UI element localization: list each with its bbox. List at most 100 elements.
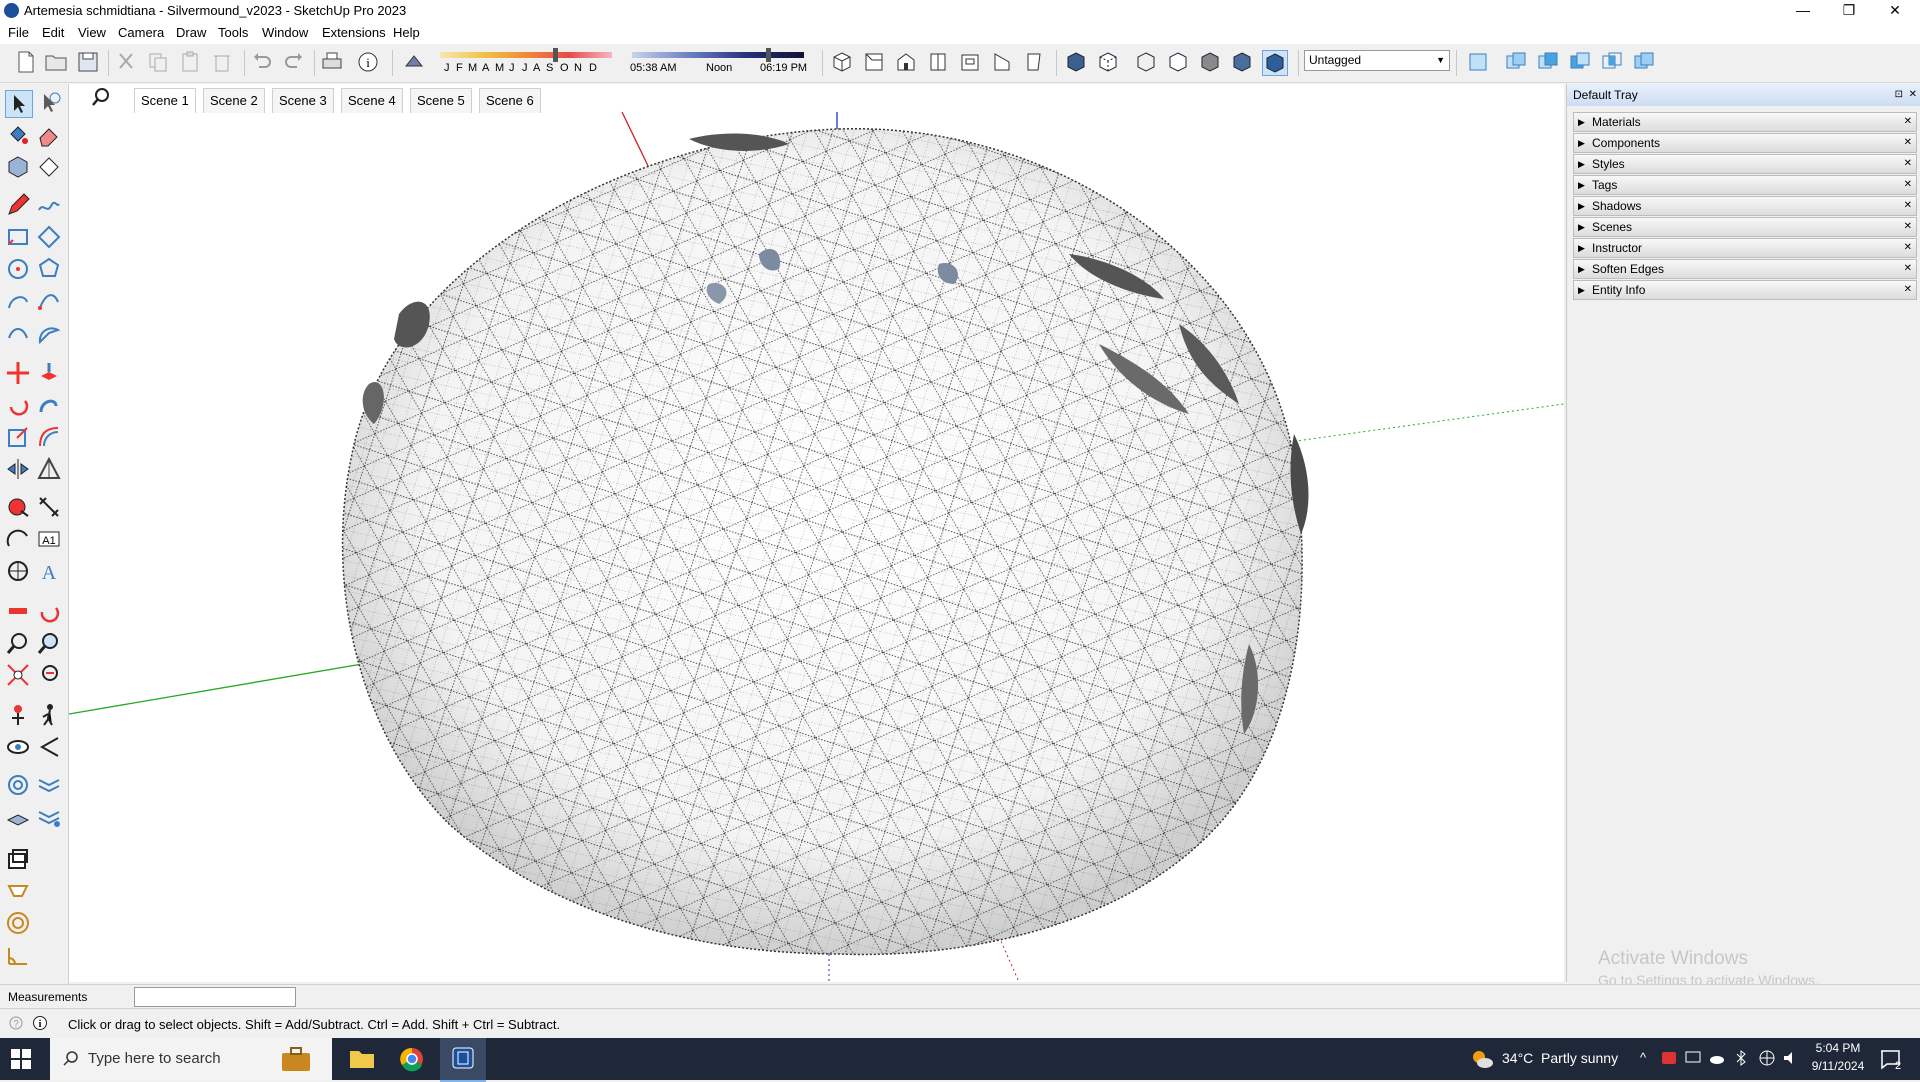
- split-icon[interactable]: [1632, 50, 1656, 74]
- tray-panel-instructor[interactable]: ▶ Instructor ✕: [1573, 238, 1917, 258]
- tag-select[interactable]: Untagged ▼: [1304, 50, 1450, 71]
- toggle-terrain-icon[interactable]: [5, 878, 31, 904]
- measure-angle-icon[interactable]: [5, 942, 31, 968]
- erase-icon[interactable]: [210, 50, 234, 74]
- close-icon[interactable]: ✕: [1904, 176, 1912, 194]
- sketchup-taskbar-icon[interactable]: [440, 1038, 486, 1082]
- display-tray-icon[interactable]: [1684, 1049, 1702, 1067]
- menu-tools[interactable]: Tools: [218, 25, 248, 40]
- follow-me-icon[interactable]: [36, 392, 62, 418]
- menu-view[interactable]: View: [78, 25, 106, 40]
- open-folder-icon[interactable]: [44, 50, 68, 74]
- shadows-toggle-icon[interactable]: [402, 50, 426, 74]
- new-file-icon[interactable]: [14, 50, 38, 74]
- add-location-icon[interactable]: [5, 846, 31, 872]
- geolocation-icon[interactable]: ?: [8, 1015, 24, 1031]
- flip-icon[interactable]: [5, 456, 31, 482]
- tab-scene-4[interactable]: Scene 4: [341, 88, 403, 113]
- section-fill-icon[interactable]: [36, 734, 62, 760]
- menu-extensions[interactable]: Extensions: [322, 25, 386, 40]
- eraser-icon[interactable]: [36, 122, 62, 148]
- silvermound-model[interactable]: [341, 128, 1309, 956]
- shadow-time-slider[interactable]: [632, 48, 804, 62]
- tray-panel-scenes[interactable]: ▶ Scenes ✕: [1573, 217, 1917, 237]
- menu-edit[interactable]: Edit: [42, 25, 64, 40]
- subtract-icon[interactable]: [1536, 50, 1560, 74]
- minimize-button[interactable]: —: [1780, 0, 1826, 22]
- tray-panel-soften-edges[interactable]: ▶ Soften Edges ✕: [1573, 259, 1917, 279]
- orbit-icon[interactable]: [36, 598, 62, 624]
- intersect-icon[interactable]: [1600, 50, 1624, 74]
- left-view-icon[interactable]: [990, 50, 1014, 74]
- paint-bucket-icon[interactable]: [5, 122, 31, 148]
- model-viewport[interactable]: [69, 84, 1564, 982]
- shaded-textures-style-icon[interactable]: [1230, 50, 1254, 74]
- tray-panel-materials[interactable]: ▶ Materials ✕: [1573, 112, 1917, 132]
- close-icon[interactable]: ✕: [1904, 155, 1912, 173]
- previous-view-icon[interactable]: [36, 662, 62, 688]
- weather-partly-sunny-icon[interactable]: [1470, 1048, 1494, 1070]
- offset-icon[interactable]: [36, 424, 62, 450]
- outer-shell-icon[interactable]: [1466, 50, 1490, 74]
- bluetooth-icon[interactable]: [1732, 1049, 1750, 1067]
- pencil-icon[interactable]: [5, 192, 31, 218]
- bottom-view-icon[interactable]: [1022, 50, 1046, 74]
- tray-panel-entity-info[interactable]: ▶ Entity Info ✕: [1573, 280, 1917, 300]
- text-icon[interactable]: A1: [36, 526, 62, 552]
- taskbar-search[interactable]: Type here to search: [50, 1038, 332, 1080]
- undo-icon[interactable]: [250, 50, 274, 74]
- back-view-icon[interactable]: [958, 50, 982, 74]
- tab-scene-6[interactable]: Scene 6: [479, 88, 541, 113]
- rectangle-icon[interactable]: [5, 224, 31, 250]
- tab-scene-2[interactable]: Scene 2: [203, 88, 265, 113]
- three-point-arc-icon[interactable]: [5, 320, 31, 346]
- menu-camera[interactable]: Camera: [118, 25, 164, 40]
- security-tray-icon[interactable]: [1660, 1049, 1678, 1067]
- back-edges-style-icon[interactable]: [1096, 50, 1120, 74]
- tray-panel-components[interactable]: ▶ Components ✕: [1573, 133, 1917, 153]
- walk-icon[interactable]: [36, 702, 62, 728]
- close-icon[interactable]: ✕: [1909, 84, 1917, 106]
- zoom-icon[interactable]: [5, 630, 31, 656]
- shaded-style-icon[interactable]: [1198, 50, 1222, 74]
- menu-draw[interactable]: Draw: [176, 25, 206, 40]
- sandbox-from-contours-icon[interactable]: [5, 772, 31, 798]
- circle-icon[interactable]: [5, 256, 31, 282]
- component-icon[interactable]: [5, 154, 31, 180]
- close-icon[interactable]: ✕: [1904, 218, 1912, 236]
- tab-scene-1[interactable]: Scene 1: [134, 88, 196, 113]
- weather-text[interactable]: 34°C Partly sunny: [1502, 1050, 1618, 1066]
- polygon-icon[interactable]: [36, 256, 62, 282]
- select-arrow-icon[interactable]: [5, 90, 33, 118]
- monochrome-style-icon[interactable]: [1262, 50, 1288, 76]
- volume-icon[interactable]: [1782, 1049, 1800, 1067]
- right-view-icon[interactable]: [926, 50, 950, 74]
- front-view-icon[interactable]: [894, 50, 918, 74]
- rotated-rectangle-icon[interactable]: [36, 224, 62, 250]
- tray-panel-shadows[interactable]: ▶ Shadows ✕: [1573, 196, 1917, 216]
- close-icon[interactable]: ✕: [1904, 113, 1912, 131]
- trim-icon[interactable]: [1568, 50, 1592, 74]
- flip-along-icon[interactable]: [36, 456, 62, 482]
- menu-file[interactable]: File: [8, 25, 29, 40]
- close-button[interactable]: ✕: [1872, 0, 1918, 22]
- onedrive-icon[interactable]: [1708, 1049, 1726, 1067]
- network-globe-icon[interactable]: [1758, 1049, 1776, 1067]
- cut-icon[interactable]: [114, 50, 138, 74]
- windows-start-icon[interactable]: [10, 1048, 32, 1070]
- xray-style-icon[interactable]: [1064, 50, 1088, 74]
- position-camera-icon[interactable]: [5, 702, 31, 728]
- photo-texture-icon[interactable]: [5, 910, 31, 936]
- move-icon[interactable]: [5, 360, 31, 386]
- tag-eraser-icon[interactable]: [36, 154, 62, 180]
- axes-icon[interactable]: [5, 558, 31, 584]
- two-point-arc-icon[interactable]: [36, 288, 62, 314]
- clock-date[interactable]: 9/11/2024: [1806, 1059, 1870, 1073]
- close-icon[interactable]: ✕: [1904, 197, 1912, 215]
- zoom-extents-icon[interactable]: [5, 662, 31, 688]
- push-pull-icon[interactable]: [36, 360, 62, 386]
- look-around-icon[interactable]: [5, 734, 31, 760]
- close-icon[interactable]: ✕: [1904, 239, 1912, 257]
- info-icon[interactable]: i: [32, 1015, 48, 1031]
- zoom-window-icon[interactable]: [36, 630, 62, 656]
